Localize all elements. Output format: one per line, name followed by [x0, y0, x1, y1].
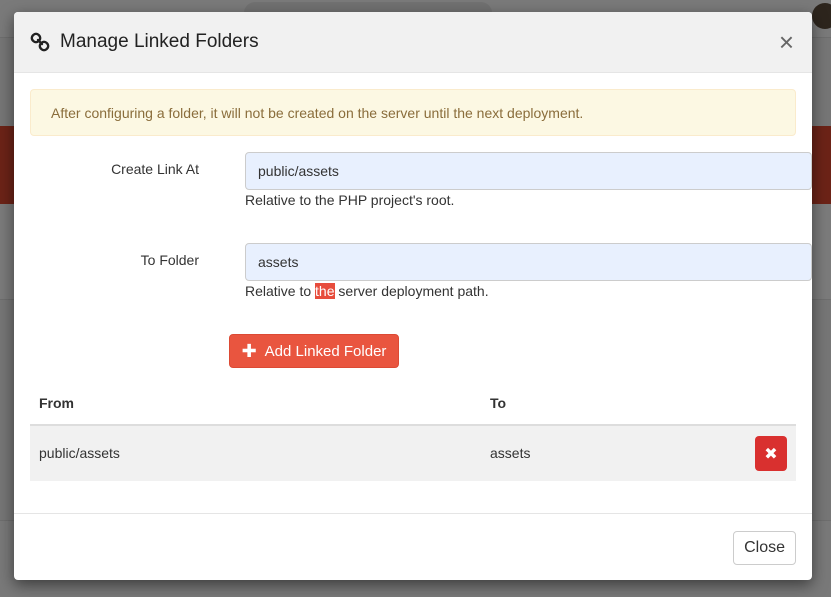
cell-from: public/assets: [39, 445, 120, 461]
add-linked-folder-button[interactable]: ✚ Add Linked Folder: [229, 334, 399, 368]
linked-folders-modal: Manage Linked Folders × After configurin…: [14, 12, 812, 580]
modal-header: Manage Linked Folders ×: [14, 12, 812, 73]
table-header: From To: [30, 390, 796, 426]
info-alert: After configuring a folder, it will not …: [30, 89, 796, 136]
modal-title: Manage Linked Folders: [60, 31, 259, 52]
to-folder-input[interactable]: [245, 243, 812, 281]
create-link-label: Create Link At: [111, 161, 199, 177]
to-folder-help-before: Relative to: [245, 283, 316, 299]
to-folder-label: To Folder: [140, 252, 199, 268]
plus-icon: ✚: [241, 341, 257, 361]
modal-body: After configuring a folder, it will not …: [14, 73, 812, 136]
modal-footer: Close: [14, 513, 812, 580]
link-icon: [30, 32, 50, 52]
to-folder-help-after: server deployment path.: [334, 283, 489, 299]
create-link-input[interactable]: [245, 152, 812, 190]
column-header-from: From: [39, 395, 74, 411]
create-link-help: Relative to the PHP project's root.: [245, 192, 455, 208]
close-icon[interactable]: ×: [779, 29, 794, 55]
linked-folders-table: From To public/assets assets ✖: [30, 390, 796, 481]
highlighted-text: the: [315, 283, 335, 299]
delete-row-button[interactable]: ✖: [755, 436, 787, 471]
close-button[interactable]: Close: [733, 531, 796, 565]
column-header-to: To: [490, 395, 507, 411]
table-row: public/assets assets ✖: [30, 426, 796, 481]
add-linked-folder-label: Add Linked Folder: [264, 342, 387, 360]
times-icon: ✖: [764, 445, 778, 463]
to-folder-help: Relative to the server deployment path.: [245, 283, 489, 299]
cell-to: assets: [490, 445, 531, 461]
